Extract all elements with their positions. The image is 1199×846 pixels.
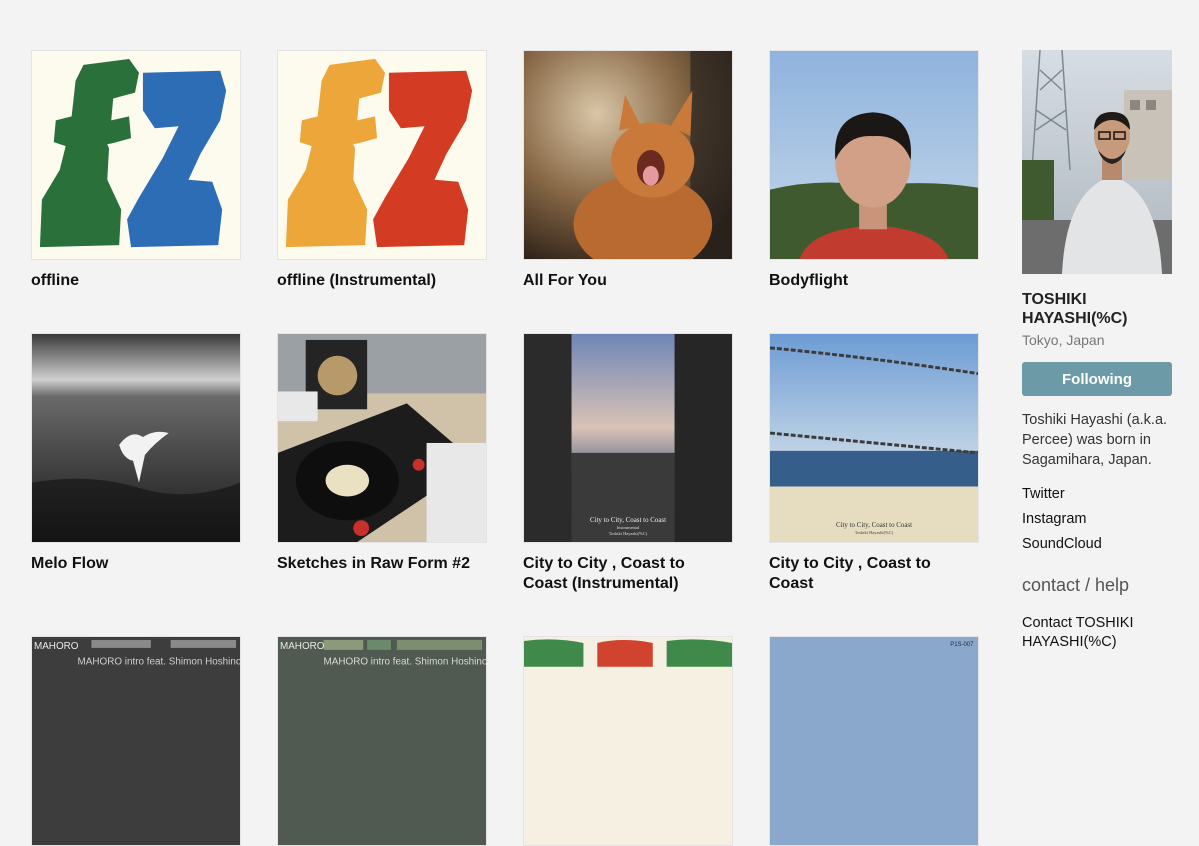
album-title[interactable]: City to City , Coast to Coast (Instrumen… [523, 554, 733, 594]
contact-artist-link[interactable]: Contact TOSHIKI HAYASHI(%C) [1022, 614, 1172, 652]
artist-bio: Toshiki Hayashi (a.k.a. Percee) was born… [1022, 412, 1168, 468]
twitter-link[interactable]: Twitter [1022, 482, 1172, 507]
artist-links: Twitter Instagram SoundCloud [1022, 482, 1172, 557]
album-card[interactable]: City to City, Coast to Coast Toshiki Hay… [769, 333, 979, 594]
album-card[interactable] [523, 636, 733, 846]
album-cover[interactable] [31, 50, 241, 260]
album-cover[interactable]: City to City, Coast to Coast Instrumenta… [523, 333, 733, 543]
album-card[interactable]: City to City, Coast to Coast Instrumenta… [523, 333, 733, 594]
album-title[interactable]: Bodyflight [769, 271, 979, 291]
album-card[interactable]: Bodyflight [769, 50, 979, 291]
album-card[interactable]: All For You [523, 50, 733, 291]
album-cover[interactable]: City to City, Coast to Coast Toshiki Hay… [769, 333, 979, 543]
album-card[interactable]: P1S-007 [769, 636, 979, 846]
cover-text: MAHORO intro feat. Shimon Hoshino [78, 657, 240, 668]
album-title[interactable]: offline (Instrumental) [277, 271, 487, 291]
artist-location: Tokyo, Japan [1022, 332, 1105, 348]
cover-text: MAHORO [34, 641, 79, 652]
instagram-link[interactable]: Instagram [1022, 507, 1172, 532]
album-title[interactable]: All For You [523, 271, 733, 291]
album-cover[interactable]: P1S-007 [769, 636, 979, 846]
album-cover[interactable]: MAHORO MAHORO intro feat. Shimon Hoshino [277, 636, 487, 846]
album-cover[interactable] [769, 50, 979, 260]
album-title[interactable]: offline [31, 271, 241, 291]
album-card[interactable]: Sketches in Raw Form #2 [277, 333, 487, 574]
cover-text: Toshiki Hayashi(%C) [609, 531, 648, 536]
cover-text: MAHORO intro feat. Shimon Hoshino [324, 657, 486, 668]
album-cover[interactable] [277, 333, 487, 543]
cover-text: P1S-007 [950, 642, 973, 648]
album-title[interactable]: Sketches in Raw Form #2 [277, 554, 487, 574]
artist-photo[interactable] [1022, 50, 1172, 274]
cover-text: City to City, Coast to Coast [590, 517, 666, 524]
album-card[interactable]: Melo Flow [31, 333, 241, 574]
soundcloud-link[interactable]: SoundCloud [1022, 532, 1172, 557]
album-card[interactable]: MAHORO MAHORO intro feat. Shimon Hoshino [277, 636, 487, 846]
album-card[interactable]: MAHORO MAHORO intro feat. Shimon Hoshino [31, 636, 241, 846]
cover-text: City to City, Coast to Coast [836, 522, 912, 529]
following-button[interactable]: Following [1022, 362, 1172, 396]
album-cover[interactable] [31, 333, 241, 543]
cover-text: MAHORO [280, 641, 325, 652]
artist-profile: TOSHIKI HAYASHI(%C) Tokyo, Japan Followi… [1022, 50, 1172, 652]
album-cover[interactable] [523, 50, 733, 260]
album-cover[interactable] [523, 636, 733, 846]
album-card[interactable]: offline [31, 50, 241, 291]
album-cover[interactable] [277, 50, 487, 260]
contact-heading: contact / help [1022, 575, 1130, 595]
album-title[interactable]: City to City , Coast to Coast [769, 554, 979, 594]
album-cover[interactable]: MAHORO MAHORO intro feat. Shimon Hoshino [31, 636, 241, 846]
album-title[interactable]: Melo Flow [31, 554, 241, 574]
cover-text: Toshiki Hayashi(%C) [855, 530, 894, 535]
album-card[interactable]: offline (Instrumental) [277, 50, 487, 291]
cover-text: Instrumental [617, 525, 640, 530]
artist-name[interactable]: TOSHIKI HAYASHI(%C) [1022, 290, 1172, 328]
